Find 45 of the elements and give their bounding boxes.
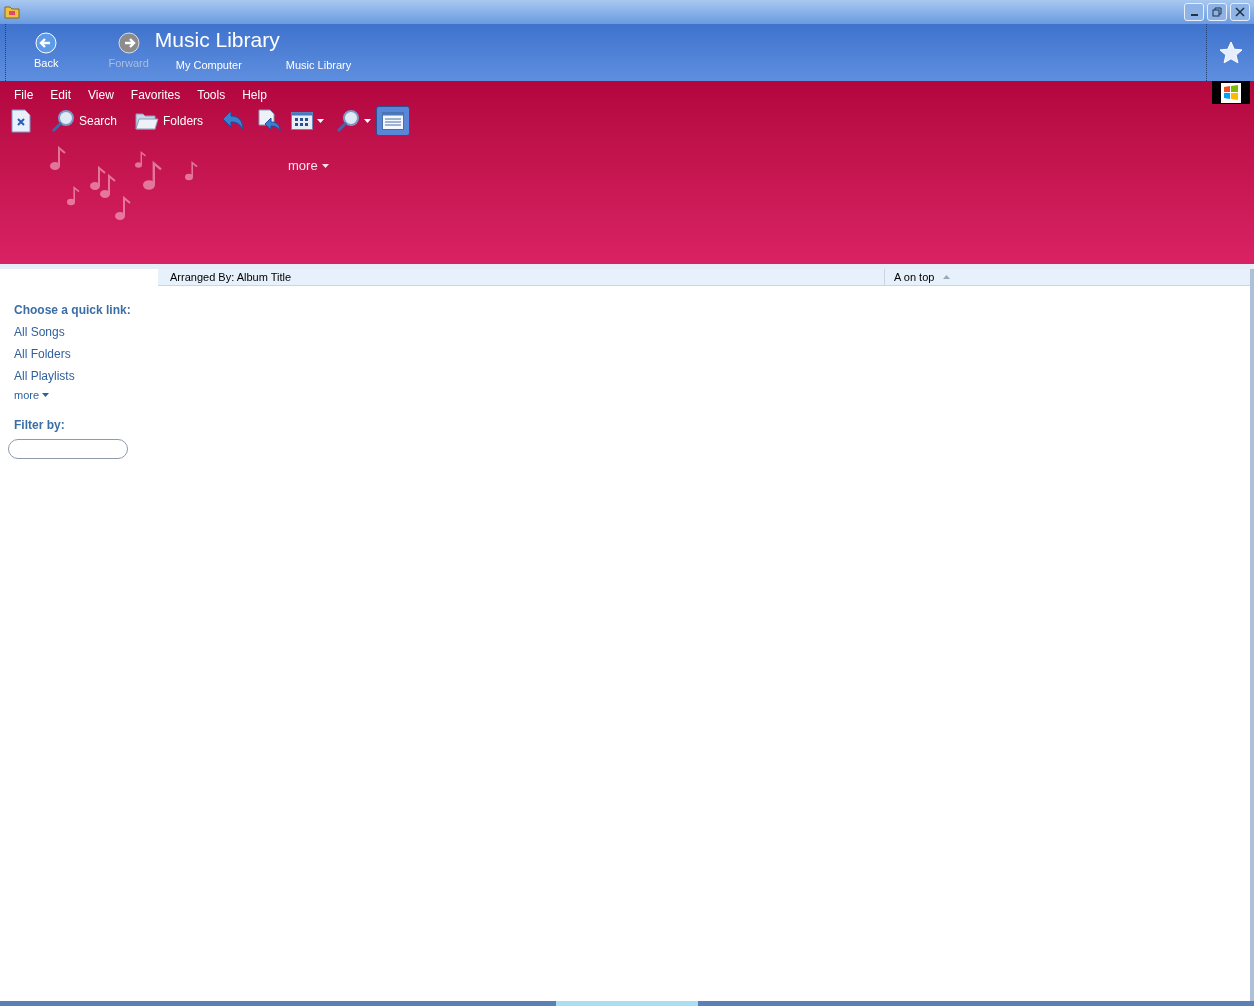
menu-item[interactable]: View [88, 86, 114, 104]
breadcrumb-link[interactable]: Music Library [285, 57, 352, 74]
menu-item[interactable]: Edit [50, 86, 72, 104]
quick-link[interactable]: All Playlists [14, 367, 158, 385]
caret-icon [317, 119, 325, 123]
views-grid-icon [291, 112, 314, 130]
minimize-icon [1190, 14, 1198, 16]
column-header[interactable]: Arranged By: Album Title [158, 268, 884, 286]
restore-icon [1212, 7, 1222, 17]
close-document-icon [11, 109, 31, 133]
search-icon [51, 109, 75, 133]
calendar-button[interactable] [376, 106, 411, 136]
document-arrow-icon [257, 109, 282, 133]
filter-label: Filter by: [14, 416, 66, 434]
back-button[interactable]: Back [34, 32, 59, 72]
quick-link-heading: Choose a quick link: [14, 302, 132, 319]
menu-item[interactable]: Help [242, 86, 267, 104]
more-button[interactable]: more [288, 156, 329, 176]
caret-icon [42, 393, 50, 398]
more-link[interactable]: more [14, 387, 158, 404]
undo-arrow-icon [221, 110, 246, 132]
close-doc-button[interactable] [10, 106, 32, 136]
page-title: Music Library [154, 27, 281, 53]
breadcrumb-link[interactable]: My Computer [175, 57, 242, 74]
menu-item[interactable]: Tools [197, 86, 226, 104]
close-icon [1235, 7, 1245, 17]
folders-icon [135, 111, 160, 131]
restore-button[interactable] [1207, 3, 1227, 21]
search-button[interactable]: Search [50, 106, 119, 136]
menu-item[interactable]: Favorites [130, 86, 181, 104]
close-button[interactable] [1230, 3, 1250, 21]
column-header[interactable]: A on top [894, 268, 935, 286]
windows-logo-icon [1221, 82, 1241, 103]
caret-icon [321, 163, 329, 168]
quick-link[interactable]: All Songs [14, 323, 158, 341]
quick-link[interactable]: All Folders [14, 345, 158, 363]
menu-item[interactable]: File [14, 86, 34, 104]
filter-field[interactable] [8, 438, 128, 459]
folders-button[interactable]: Folders [134, 106, 205, 136]
list-view-icon [382, 112, 405, 130]
caret-icon [364, 119, 372, 123]
folder-icon [4, 5, 20, 19]
minimize-button[interactable] [1184, 3, 1204, 21]
star-icon[interactable] [1218, 40, 1243, 65]
magnifier-icon [336, 109, 361, 133]
